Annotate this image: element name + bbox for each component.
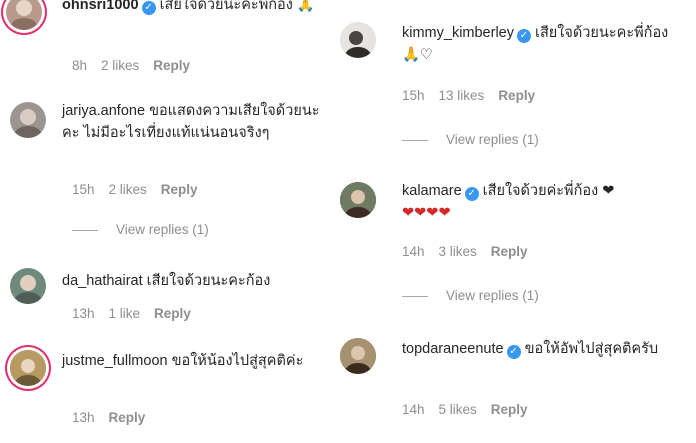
comment-body: topdaraneenute ✓ ขอให้อัพไปสู่สุคติครับ [402, 338, 687, 360]
view-replies-button[interactable]: View replies (1) [402, 288, 539, 303]
divider-line [402, 139, 428, 141]
reply-button[interactable]: Reply [154, 306, 191, 321]
comment-time: 8h [72, 58, 88, 73]
comment-likes[interactable]: 5 likes [439, 402, 477, 417]
comment-username[interactable]: kalamare [402, 183, 462, 199]
comment-text: ขอให้อัพไปสู่สุคติครับ [524, 341, 659, 357]
avatar[interactable] [10, 102, 46, 138]
comment-meta: 15h 2 likes Reply [72, 182, 212, 197]
comment-username[interactable]: topdaraneenute [402, 341, 504, 357]
avatar[interactable] [6, 0, 42, 30]
comment-likes[interactable]: 1 like [109, 306, 141, 321]
comment-text: เสียใจด้วยนะคะก้อง [146, 273, 271, 289]
comment-body: jariya.anfone ขอแสดงความเสียใจด้วยนะคะ ไ… [62, 100, 327, 144]
reply-button[interactable]: Reply [161, 182, 198, 197]
comment-time: 14h [402, 244, 425, 259]
comment-username[interactable]: ohnsri1000 [62, 0, 139, 13]
comment-text: เสียใจด้วยนะคะพี่ก้อง 🙏 [159, 0, 315, 13]
comment-body: justme_fullmoon ขอให้น้องไปสู่สุคติค่ะ [62, 350, 327, 372]
comment-text: ขอให้น้องไปสู่สุคติค่ะ [171, 353, 304, 369]
comment-username[interactable]: justme_fullmoon [62, 353, 168, 369]
comment-body: kalamare ✓ เสียใจด้วยค่ะพี่ก้อง ❤ ❤❤❤❤ [402, 180, 687, 224]
comment-meta: 8h 2 likes Reply [72, 58, 204, 73]
hearts-emoji: ❤❤❤❤ [402, 205, 451, 221]
comment-text: เสียใจด้วยค่ะพี่ก้อง ❤ [482, 183, 615, 199]
avatar[interactable] [340, 338, 376, 374]
comment-time: 15h [72, 182, 95, 197]
comment-time: 13h [72, 410, 95, 425]
comment-time: 13h [72, 306, 95, 321]
comment-meta: 13h 1 like Reply [72, 306, 205, 321]
divider-line [72, 229, 98, 231]
reply-button[interactable]: Reply [491, 402, 528, 417]
comment-body: da_hathairat เสียใจด้วยนะคะก้อง [62, 270, 327, 292]
avatar[interactable] [340, 22, 376, 58]
comment-meta: 14h 3 likes Reply [402, 244, 542, 259]
reply-button[interactable]: Reply [153, 58, 190, 73]
view-replies-button[interactable]: View replies (1) [72, 222, 209, 237]
avatar[interactable] [10, 268, 46, 304]
comment-username[interactable]: kimmy_kimberley [402, 25, 514, 41]
verified-badge-icon: ✓ [506, 345, 521, 359]
reply-button[interactable]: Reply [109, 410, 146, 425]
view-replies-label: View replies (1) [116, 222, 209, 237]
comment-time: 15h [402, 88, 425, 103]
comment-meta: 15h 13 likes Reply [402, 88, 549, 103]
comment-likes[interactable]: 13 likes [439, 88, 485, 103]
comment-likes[interactable]: 2 likes [109, 182, 147, 197]
reply-button[interactable]: Reply [491, 244, 528, 259]
comment-time: 14h [402, 402, 425, 417]
comment-body: ohnsri1000 ✓ เสียใจด้วยนะคะพี่ก้อง 🙏 [62, 0, 322, 16]
comment-username[interactable]: jariya.anfone [62, 103, 145, 119]
comment-meta: 13h Reply [72, 410, 159, 425]
verified-badge-icon: ✓ [464, 187, 479, 201]
comment-likes[interactable]: 3 likes [439, 244, 477, 259]
view-replies-button[interactable]: View replies (1) [402, 132, 539, 147]
view-replies-label: View replies (1) [446, 288, 539, 303]
avatar[interactable] [340, 182, 376, 218]
view-replies-label: View replies (1) [446, 132, 539, 147]
comment-body: kimmy_kimberley ✓ เสียใจด้วยนะคะพี่ก้อง 🙏♡ [402, 22, 682, 66]
divider-line [402, 295, 428, 297]
avatar[interactable] [10, 350, 46, 386]
comment-likes[interactable]: 2 likes [101, 58, 139, 73]
comment-username[interactable]: da_hathairat [62, 273, 143, 289]
verified-badge-icon: ✓ [141, 1, 156, 15]
comment-meta: 14h 5 likes Reply [402, 402, 542, 417]
reply-button[interactable]: Reply [498, 88, 535, 103]
verified-badge-icon: ✓ [517, 29, 531, 43]
